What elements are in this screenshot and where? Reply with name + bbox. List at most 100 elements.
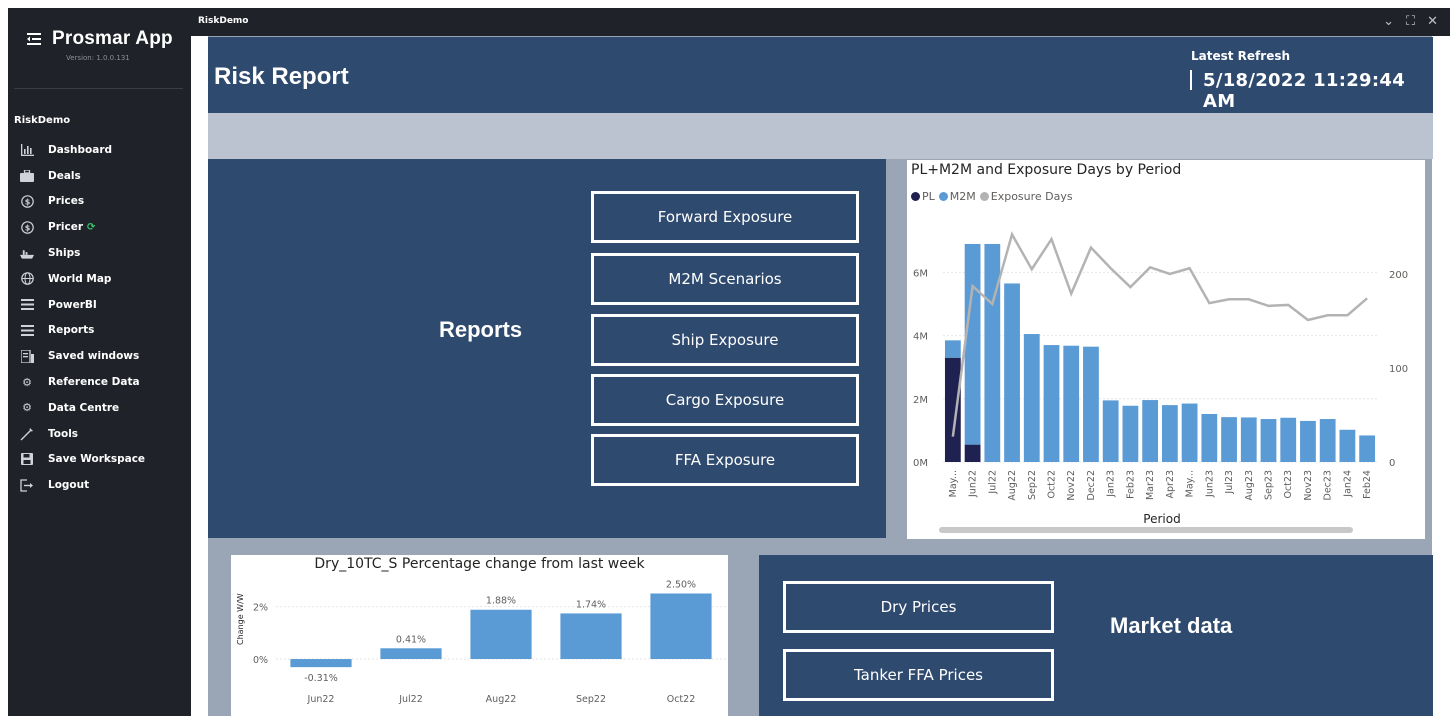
- save-icon: [20, 452, 34, 466]
- sidebar-item-label: Deals: [48, 169, 81, 182]
- data-label: 1.74%: [576, 599, 606, 610]
- y-tick-label: 0M: [913, 458, 928, 469]
- chevron-down-icon[interactable]: ⌄: [1383, 14, 1394, 29]
- data-label: -0.31%: [304, 673, 338, 684]
- x-tick-label: Mar23: [1145, 470, 1156, 500]
- window-controls: ⌄ ⛶ ✕: [1383, 14, 1438, 29]
- sidebar-item-ships[interactable]: Ships: [20, 240, 185, 266]
- logout-icon: [20, 478, 34, 492]
- y-tick-label: 4M: [913, 332, 928, 343]
- list-icon: [20, 323, 34, 337]
- x-tick-label: Aug22: [486, 694, 517, 705]
- exposure-chart: PL+M2M and Exposure Days by Period PL M2…: [907, 160, 1425, 539]
- reports-panel: Reports Forward Exposure M2M Scenarios S…: [208, 159, 886, 538]
- window-titlebar: RiskDemo ⌄ ⛶ ✕: [191, 8, 1450, 36]
- y-tick-label: 2%: [253, 603, 268, 614]
- y-tick-label: 2M: [913, 395, 928, 406]
- x-tick-label: Jul22: [398, 694, 423, 705]
- x-tick-label: Jun23: [1204, 470, 1215, 498]
- x-tick-label: Jun22: [968, 470, 979, 498]
- sidebar-nav: Dashboard Deals $ Prices $ Pricer ⟳ Ship…: [20, 137, 185, 498]
- dollar-circle-icon: $: [20, 220, 34, 234]
- x-tick-label: Sep22: [1027, 470, 1038, 500]
- menu-icon[interactable]: [26, 31, 42, 47]
- refresh-label: Latest Refresh: [1191, 49, 1291, 63]
- m2m-scenarios-button[interactable]: M2M Scenarios: [591, 253, 859, 305]
- sidebar-item-prices[interactable]: $ Prices: [20, 189, 185, 215]
- bar-m2m: [1339, 429, 1356, 462]
- app-version: Version: 1.0.0.131: [66, 54, 130, 62]
- svg-text:$: $: [24, 223, 30, 232]
- x-tick-label: Nov23: [1303, 470, 1314, 501]
- x-tick-label: Oct23: [1283, 470, 1294, 499]
- bar-pl: [964, 444, 981, 462]
- sidebar-item-deals[interactable]: Deals: [20, 163, 185, 189]
- ffa-exposure-button[interactable]: FFA Exposure: [591, 434, 859, 486]
- tanker-ffa-prices-button[interactable]: Tanker FFA Prices: [783, 649, 1054, 701]
- x-tick-label: Jan23: [1106, 470, 1117, 498]
- sidebar-item-label: Ships: [48, 247, 81, 260]
- ship-exposure-button[interactable]: Ship Exposure: [591, 314, 859, 366]
- sidebar-item-label: World Map: [48, 272, 112, 285]
- sidebar-item-reports[interactable]: Reports: [20, 318, 185, 344]
- bar-m2m: [1063, 345, 1080, 462]
- tools-icon: [20, 427, 34, 441]
- x-tick-label: Jan24: [1342, 470, 1353, 498]
- reports-heading: Reports: [439, 317, 523, 342]
- bar: [380, 648, 442, 660]
- market-heading: Market data: [1110, 613, 1233, 638]
- bar-m2m: [1122, 405, 1139, 462]
- refresh-divider: [1190, 70, 1192, 90]
- header-band: [208, 113, 1433, 159]
- bar-chart-icon: [20, 143, 34, 157]
- dollar-circle-icon: $: [20, 194, 34, 208]
- gear-icon: ⚙: [22, 401, 32, 415]
- x-tick-label: Sep23: [1264, 470, 1275, 500]
- bar-m2m: [1300, 420, 1316, 462]
- gear-icon: ⚙: [22, 375, 32, 389]
- sidebar-item-dashboard[interactable]: Dashboard: [20, 137, 185, 163]
- data-label: 0.41%: [396, 634, 426, 645]
- sidebar-item-tools[interactable]: Tools: [20, 421, 185, 447]
- x-tick-label: Apr23: [1165, 470, 1176, 499]
- window-title: RiskDemo: [198, 16, 249, 26]
- report-header: Risk Report Latest Refresh 5/18/2022 11:…: [208, 37, 1433, 113]
- bar-m2m: [1221, 417, 1237, 462]
- y2-tick-label: 200: [1389, 270, 1408, 281]
- sidebar-item-data-centre[interactable]: ⚙ Data Centre: [20, 395, 185, 421]
- sidebar-item-label: Data Centre: [48, 401, 120, 414]
- sidebar-item-saved-windows[interactable]: Saved windows: [20, 343, 185, 369]
- bar-m2m: [1142, 400, 1159, 462]
- sidebar-item-reference-data[interactable]: ⚙ Reference Data: [20, 369, 185, 395]
- bar-m2m: [1043, 345, 1060, 462]
- restore-icon[interactable]: ⛶: [1406, 14, 1415, 29]
- y-axis-title: Change W/W: [236, 593, 245, 645]
- sidebar-item-powerbi[interactable]: PowerBI: [20, 292, 185, 318]
- sidebar-item-label: Tools: [48, 427, 79, 440]
- sidebar-item-pricer[interactable]: $ Pricer ⟳: [20, 214, 185, 240]
- workspace-label: RiskDemo: [14, 115, 71, 126]
- dry-prices-button[interactable]: Dry Prices: [783, 581, 1054, 633]
- data-label: 2.50%: [666, 579, 696, 590]
- briefcase-icon: [20, 169, 34, 183]
- close-icon[interactable]: ✕: [1427, 14, 1438, 29]
- bar-m2m: [1201, 413, 1218, 462]
- x-tick-label: Jul22: [987, 470, 998, 495]
- dry-change-chart: Dry_10TC_S Percentage change from last w…: [231, 555, 728, 716]
- sidebar-item-label: Logout: [48, 479, 90, 492]
- sidebar-item-save-workspace[interactable]: Save Workspace: [20, 447, 185, 473]
- cargo-exposure-button[interactable]: Cargo Exposure: [591, 374, 859, 426]
- sidebar-item-world-map[interactable]: World Map: [20, 266, 185, 292]
- sidebar: Prosmar App Version: 1.0.0.131 RiskDemo …: [8, 8, 191, 716]
- x-tick-label: Jul23: [1224, 470, 1235, 495]
- sidebar-item-label: Prices: [48, 195, 85, 208]
- refresh-icon: ⟳: [87, 221, 96, 233]
- forward-exposure-button[interactable]: Forward Exposure: [591, 191, 859, 243]
- list-icon: [20, 298, 34, 312]
- sidebar-item-logout[interactable]: Logout: [20, 472, 185, 498]
- bar-m2m: [984, 243, 1001, 462]
- bar-m2m: [1359, 435, 1376, 462]
- x-tick-label: Nov22: [1066, 470, 1077, 501]
- bar: [560, 613, 622, 660]
- bar-m2m: [1260, 419, 1277, 462]
